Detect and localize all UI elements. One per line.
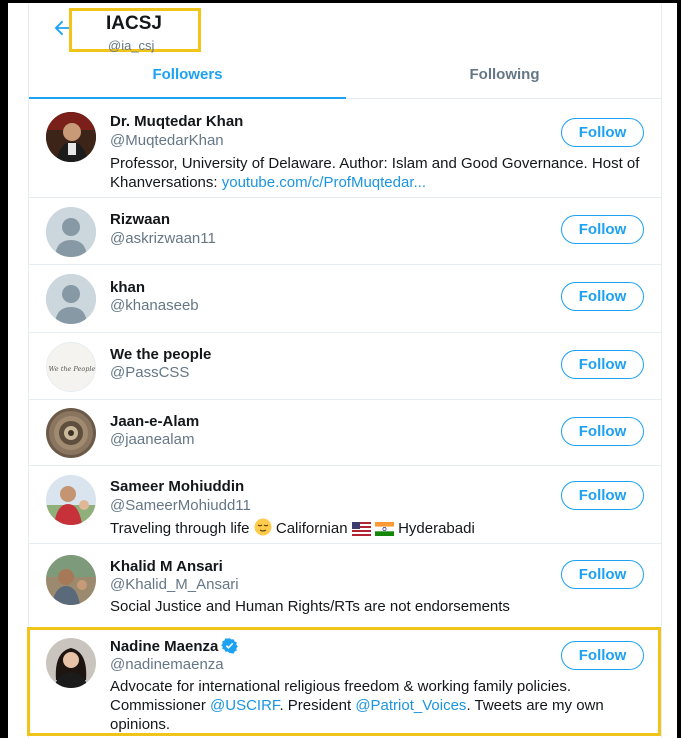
india-flag-icon <box>374 522 394 536</box>
user-name[interactable]: Sameer Mohiuddin <box>110 478 244 495</box>
avatar[interactable]: We the People <box>46 342 96 392</box>
avatar[interactable] <box>46 207 96 257</box>
user-bio: Professor, University of Delaware. Autho… <box>110 154 650 192</box>
list-item[interactable]: Sameer Mohiuddin @SameerMohiudd11 Travel… <box>29 466 661 544</box>
follow-button[interactable]: Follow <box>561 560 644 589</box>
avatar[interactable] <box>46 112 96 162</box>
bio-link-uscirf[interactable]: @USCIRF <box>210 697 279 714</box>
user-name[interactable]: Dr. Muqtedar Khan <box>110 113 243 130</box>
avatar[interactable] <box>46 408 96 458</box>
follow-button[interactable]: Follow <box>561 481 644 510</box>
user-handle[interactable]: @nadinemaenza <box>110 656 224 673</box>
profile-handle: @ia_csj <box>108 38 155 53</box>
default-avatar-icon <box>46 274 96 324</box>
avatar[interactable] <box>46 638 96 688</box>
window-frame-left <box>0 0 8 738</box>
list-item[interactable]: Jaan-e-Alam @jaanealam Follow <box>29 400 661 466</box>
follow-button[interactable]: Follow <box>561 350 644 379</box>
user-bio: Traveling through life Californian Hyder… <box>110 518 650 538</box>
user-bio: Advocate for international religious fre… <box>110 677 650 734</box>
avatar[interactable] <box>46 475 96 525</box>
follow-button[interactable]: Follow <box>561 215 644 244</box>
window-frame-right <box>677 0 681 738</box>
list-item[interactable]: Khalid M Ansari @Khalid_M_Ansari Social … <box>29 544 661 628</box>
user-name[interactable]: Nadine Maenza <box>110 637 239 655</box>
bio-text: Californian <box>271 520 352 537</box>
user-bio: Social Justice and Human Rights/RTs are … <box>110 598 510 615</box>
list-item[interactable]: Dr. Muqtedar Khan @MuqtedarKhan Professo… <box>29 100 661 198</box>
user-handle[interactable]: @Khalid_M_Ansari <box>110 576 239 593</box>
follow-tabs: Followers Following <box>29 53 661 99</box>
user-handle[interactable]: @MuqtedarKhan <box>110 132 224 149</box>
bio-text: Hyderabadi <box>393 520 475 537</box>
avatar-text: We the People <box>49 365 96 373</box>
user-handle[interactable]: @askrizwaan11 <box>110 230 216 247</box>
tab-following[interactable]: Following <box>346 53 663 99</box>
list-item[interactable]: Nadine Maenza @nadinemaenza Advocate for… <box>29 628 661 738</box>
list-item[interactable]: Rizwaan @askrizwaan11 Follow <box>29 198 661 265</box>
follow-button[interactable]: Follow <box>561 118 644 147</box>
follow-button[interactable]: Follow <box>561 417 644 446</box>
follow-button[interactable]: Follow <box>561 282 644 311</box>
user-name[interactable]: Rizwaan <box>110 211 170 228</box>
avatar[interactable] <box>46 555 96 605</box>
header-highlight-box: IACSJ @ia_csj <box>69 8 201 53</box>
us-flag-icon <box>351 522 371 536</box>
user-handle[interactable]: @SameerMohiudd11 <box>110 497 251 514</box>
user-name[interactable]: Khalid M Ansari <box>110 558 223 575</box>
list-item[interactable]: khan @khanaseeb Follow <box>29 265 661 333</box>
verified-badge-icon <box>221 638 239 654</box>
user-name[interactable]: We the people <box>110 346 211 363</box>
bio-link-patriot-voices[interactable]: @Patriot_Voices <box>355 697 466 714</box>
relieved-face-icon <box>254 518 272 536</box>
user-handle[interactable]: @khanaseeb <box>110 297 199 314</box>
follow-button[interactable]: Follow <box>561 641 644 670</box>
user-name[interactable]: khan <box>110 279 145 296</box>
followers-panel: IACSJ @ia_csj Followers Following Dr. Mu… <box>27 3 662 738</box>
bio-link[interactable]: youtube.com/c/ProfMuqtedar... <box>222 174 426 191</box>
profile-header: IACSJ @ia_csj <box>29 3 661 53</box>
bio-text: Traveling through life <box>110 520 254 537</box>
tab-followers[interactable]: Followers <box>29 53 346 99</box>
avatar[interactable] <box>46 274 96 324</box>
list-item[interactable]: We the People We the people @PassCSS Fol… <box>29 333 661 400</box>
user-handle[interactable]: @PassCSS <box>110 364 189 381</box>
user-name[interactable]: Jaan-e-Alam <box>110 413 199 430</box>
bio-text: . President <box>279 697 356 714</box>
user-name-text[interactable]: Nadine Maenza <box>110 638 218 655</box>
profile-name: IACSJ <box>106 13 162 34</box>
default-avatar-icon <box>46 207 96 257</box>
user-handle[interactable]: @jaanealam <box>110 431 194 448</box>
